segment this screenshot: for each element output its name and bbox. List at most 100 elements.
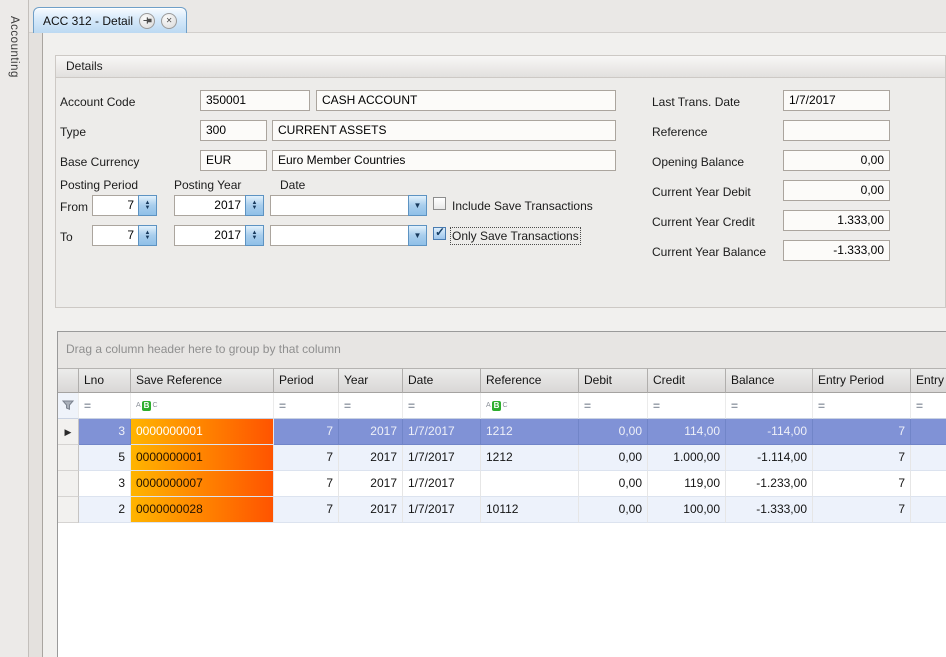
account-name-field[interactable]: CASH ACCOUNT	[316, 90, 616, 111]
filter-abc-icon[interactable]: ABC	[131, 393, 274, 419]
column-header-debit[interactable]: Debit	[579, 368, 648, 393]
cell-year[interactable]: 2017	[339, 419, 403, 445]
column-header-year[interactable]: Year	[339, 368, 403, 393]
cell-credit[interactable]: 1.000,00	[648, 445, 726, 471]
column-header-period[interactable]: Period	[274, 368, 339, 393]
spin-down-icon[interactable]: ▼	[252, 206, 258, 211]
close-icon[interactable]: ✕	[161, 13, 177, 29]
cell-entry-period[interactable]: 7	[813, 419, 911, 445]
last-trans-date-field[interactable]: 1/7/2017	[783, 90, 890, 111]
filter-abc-icon[interactable]: ABC	[481, 393, 579, 419]
table-row[interactable]: 3 0000000007 7 2017 1/7/2017 0,00 119,00…	[58, 471, 946, 497]
cell-save-reference[interactable]: 0000000001	[131, 419, 274, 445]
from-period-stepper[interactable]: 7 ▲ ▼	[92, 195, 157, 216]
dropdown-arrow-icon[interactable]: ▼	[408, 225, 427, 246]
filter-equals-icon[interactable]: =	[726, 393, 813, 419]
filter-equals-icon[interactable]: =	[648, 393, 726, 419]
cell-entry-year[interactable]	[911, 471, 946, 497]
cell-entry-year[interactable]	[911, 445, 946, 471]
cell-debit[interactable]: 0,00	[579, 471, 648, 497]
currency-code-field[interactable]: EUR	[200, 150, 267, 171]
cell-period[interactable]: 7	[274, 471, 339, 497]
table-row[interactable]: 5 0000000001 7 2017 1/7/2017 1212 0,00 1…	[58, 445, 946, 471]
cell-year[interactable]: 2017	[339, 497, 403, 523]
pin-icon[interactable]	[139, 13, 155, 29]
table-row[interactable]: 2 0000000028 7 2017 1/7/2017 10112 0,00 …	[58, 497, 946, 523]
cell-debit[interactable]: 0,00	[579, 419, 648, 445]
table-row[interactable]: ▶ 3 0000000001 7 2017 1/7/2017 1212 0,00…	[58, 419, 946, 445]
cell-entry-period[interactable]: 7	[813, 497, 911, 523]
current-year-balance-field[interactable]: -1.333,00	[783, 240, 890, 261]
spinner-up-down-icon[interactable]: ▲ ▼	[138, 195, 157, 216]
cell-reference[interactable]: 10112	[481, 497, 579, 523]
from-date-value[interactable]	[270, 195, 408, 216]
cell-lno[interactable]: 5	[79, 445, 131, 471]
cell-entry-period[interactable]: 7	[813, 471, 911, 497]
from-date-picker[interactable]: ▼	[270, 195, 427, 216]
column-header-credit[interactable]: Credit	[648, 368, 726, 393]
to-year-value[interactable]: 2017	[174, 225, 245, 246]
column-header-entry-year[interactable]: Entry	[911, 368, 946, 393]
cell-period[interactable]: 7	[274, 497, 339, 523]
tab-acc-312-detail[interactable]: ACC 312 - Detail ✕	[33, 7, 187, 33]
column-header-lno[interactable]: Lno	[79, 368, 131, 393]
cell-entry-year[interactable]	[911, 497, 946, 523]
cell-save-reference[interactable]: 0000000007	[131, 471, 274, 497]
filter-equals-icon[interactable]: =	[339, 393, 403, 419]
from-year-value[interactable]: 2017	[174, 195, 245, 216]
to-date-picker[interactable]: ▼	[270, 225, 427, 246]
cell-balance[interactable]: -1.114,00	[726, 445, 813, 471]
spin-down-icon[interactable]: ▼	[145, 236, 151, 241]
column-header-save-reference[interactable]: Save Reference	[131, 368, 274, 393]
filter-equals-icon[interactable]: =	[579, 393, 648, 419]
cell-year[interactable]: 2017	[339, 471, 403, 497]
cell-lno[interactable]: 3	[79, 419, 131, 445]
cell-entry-period[interactable]: 7	[813, 445, 911, 471]
spinner-up-down-icon[interactable]: ▲ ▼	[245, 195, 264, 216]
account-code-field[interactable]: 350001	[200, 90, 310, 111]
cell-reference[interactable]	[481, 471, 579, 497]
cell-balance[interactable]: -114,00	[726, 419, 813, 445]
column-header-balance[interactable]: Balance	[726, 368, 813, 393]
cell-debit[interactable]: 0,00	[579, 445, 648, 471]
cell-credit[interactable]: 119,00	[648, 471, 726, 497]
from-year-stepper[interactable]: 2017 ▲ ▼	[174, 195, 264, 216]
spin-down-icon[interactable]: ▼	[145, 206, 151, 211]
include-save-checkbox[interactable]	[433, 197, 446, 210]
filter-equals-icon[interactable]: =	[274, 393, 339, 419]
cell-reference[interactable]: 1212	[481, 445, 579, 471]
cell-balance[interactable]: -1.233,00	[726, 471, 813, 497]
cell-date[interactable]: 1/7/2017	[403, 445, 481, 471]
opening-balance-field[interactable]: 0,00	[783, 150, 890, 171]
cell-date[interactable]: 1/7/2017	[403, 471, 481, 497]
cell-debit[interactable]: 0,00	[579, 497, 648, 523]
only-save-label[interactable]: Only Save Transactions	[452, 229, 579, 243]
cell-date[interactable]: 1/7/2017	[403, 497, 481, 523]
spinner-up-down-icon[interactable]: ▲ ▼	[138, 225, 157, 246]
current-year-debit-field[interactable]: 0,00	[783, 180, 890, 201]
cell-date[interactable]: 1/7/2017	[403, 419, 481, 445]
group-by-panel[interactable]: Drag a column header here to group by th…	[58, 332, 946, 368]
to-year-stepper[interactable]: 2017 ▲ ▼	[174, 225, 264, 246]
cell-lno[interactable]: 2	[79, 497, 131, 523]
column-header-entry-period[interactable]: Entry Period	[813, 368, 911, 393]
dock-tab-accounting[interactable]: Accounting	[8, 16, 20, 78]
filter-equals-icon[interactable]: =	[403, 393, 481, 419]
cell-lno[interactable]: 3	[79, 471, 131, 497]
type-code-field[interactable]: 300	[200, 120, 267, 141]
cell-period[interactable]: 7	[274, 445, 339, 471]
cell-save-reference[interactable]: 0000000028	[131, 497, 274, 523]
cell-entry-year[interactable]	[911, 419, 946, 445]
spin-down-icon[interactable]: ▼	[252, 236, 258, 241]
cell-balance[interactable]: -1.333,00	[726, 497, 813, 523]
to-period-stepper[interactable]: 7 ▲ ▼	[92, 225, 157, 246]
column-header-reference[interactable]: Reference	[481, 368, 579, 393]
from-period-value[interactable]: 7	[92, 195, 138, 216]
filter-equals-icon[interactable]: =	[813, 393, 911, 419]
spinner-up-down-icon[interactable]: ▲ ▼	[245, 225, 264, 246]
include-save-label[interactable]: Include Save Transactions	[452, 199, 593, 213]
filter-equals-icon[interactable]: =	[79, 393, 131, 419]
to-period-value[interactable]: 7	[92, 225, 138, 246]
currency-name-field[interactable]: Euro Member Countries	[272, 150, 616, 171]
type-name-field[interactable]: CURRENT ASSETS	[272, 120, 616, 141]
